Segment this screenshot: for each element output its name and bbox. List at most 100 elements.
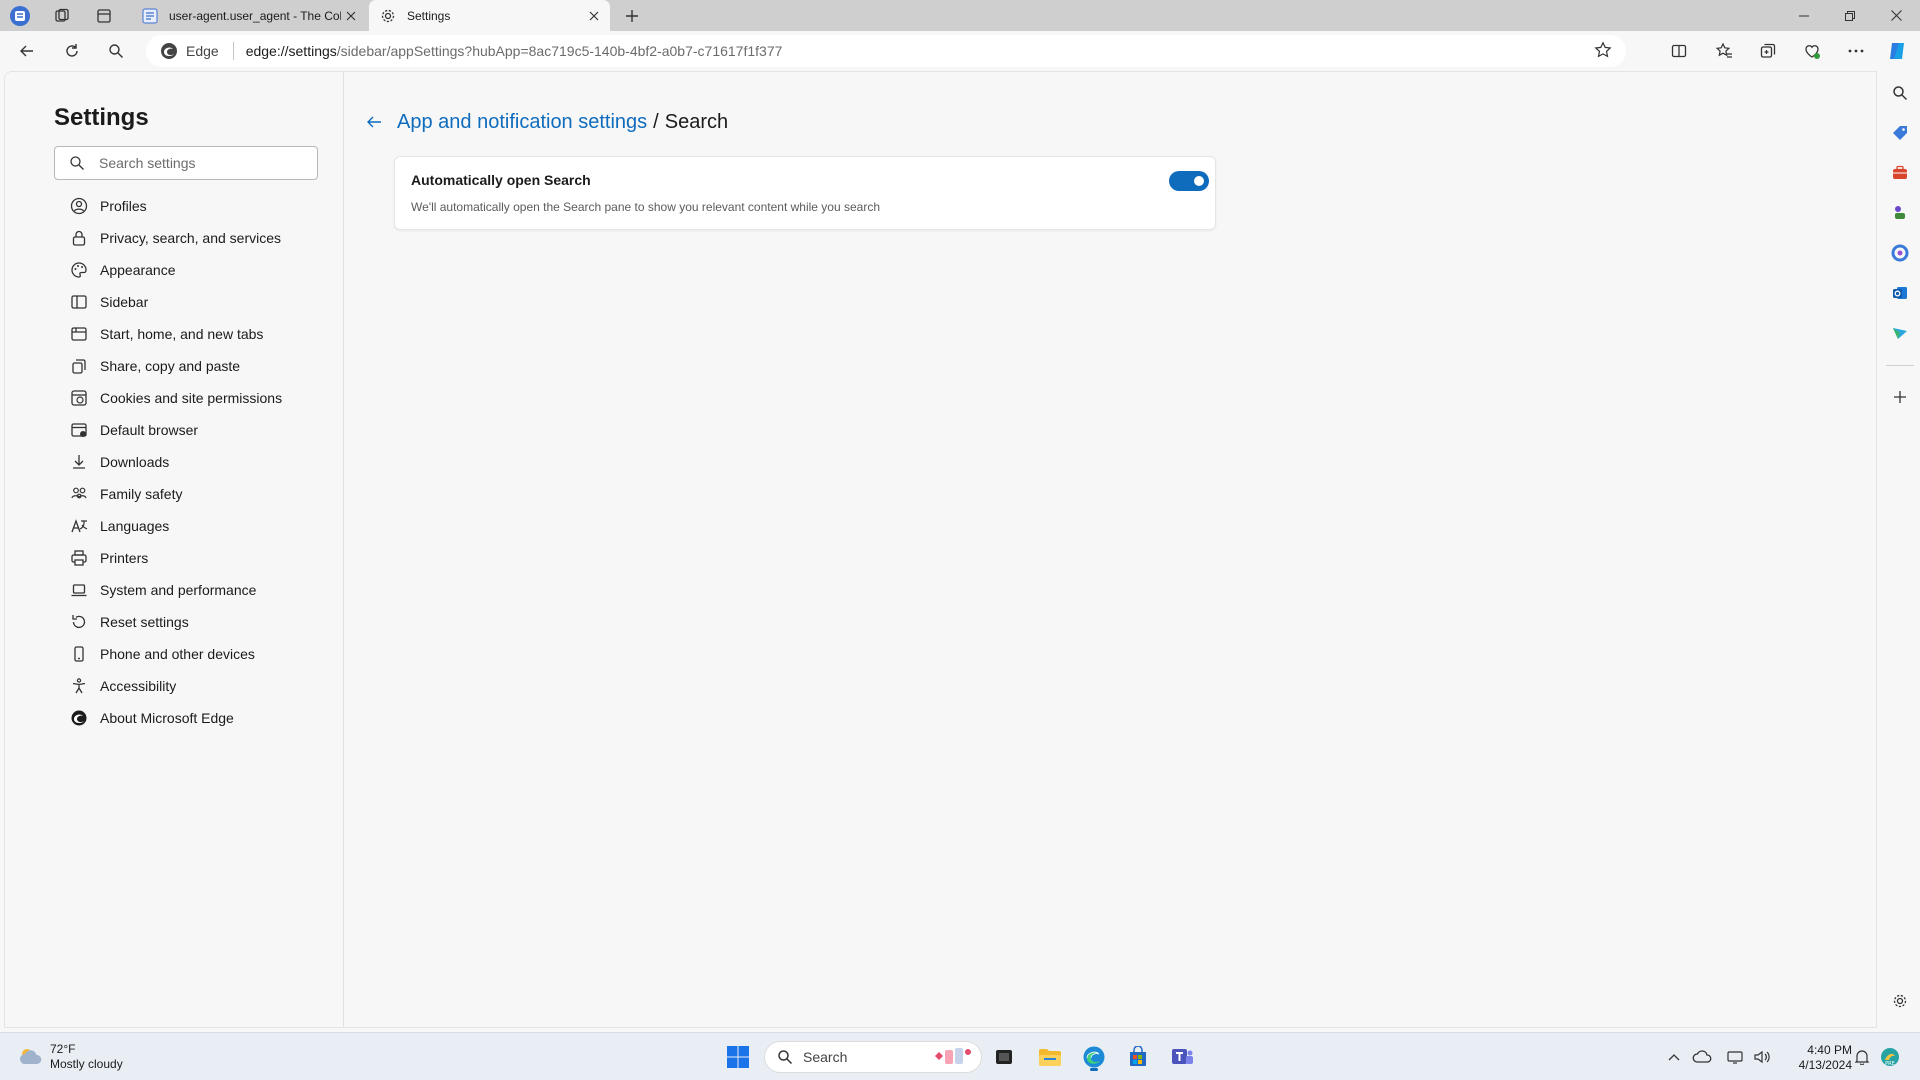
settings-nav-list: Profiles Privacy, search, and services App… bbox=[54, 190, 334, 734]
edge-sidebar bbox=[1880, 71, 1920, 1028]
setting-card: Automatically open Search We'll automati… bbox=[394, 156, 1216, 230]
teams-icon[interactable] bbox=[1166, 1041, 1198, 1073]
volume-icon[interactable] bbox=[1746, 1041, 1778, 1073]
taskbar-search-label: Search bbox=[803, 1049, 848, 1065]
copilot-icon[interactable] bbox=[1882, 36, 1912, 66]
sidebar-item-printers[interactable]: Printers bbox=[54, 542, 334, 574]
close-tab-icon[interactable] bbox=[341, 6, 361, 26]
settings-search-box[interactable] bbox=[54, 146, 318, 180]
breadcrumb-separator: / bbox=[653, 110, 659, 133]
close-window-icon[interactable] bbox=[1873, 0, 1919, 31]
sidebar-item-label: Languages bbox=[100, 518, 170, 534]
windows-start-icon[interactable] bbox=[722, 1041, 754, 1073]
favorite-star-icon[interactable] bbox=[1594, 41, 1614, 61]
onedrive-cloud-icon[interactable] bbox=[1686, 1041, 1718, 1073]
sidebar-item-label: Default browser bbox=[100, 422, 199, 438]
sidebar-item-appearance[interactable]: Appearance bbox=[54, 254, 334, 286]
games-icon[interactable] bbox=[1888, 201, 1912, 225]
add-app-icon[interactable] bbox=[1888, 385, 1912, 409]
weather-widget[interactable]: 72°F Mostly cloudy bbox=[18, 1042, 123, 1072]
shopping-tag-icon[interactable] bbox=[1888, 121, 1912, 145]
search-settings-input[interactable] bbox=[99, 155, 317, 171]
sidebar-item-label: Accessibility bbox=[100, 678, 177, 694]
separator bbox=[232, 42, 234, 60]
breadcrumb-parent-link[interactable]: App and notification settings bbox=[397, 111, 647, 134]
sidebar-item-sidebar[interactable]: Sidebar bbox=[54, 286, 334, 318]
tab-actions-icon[interactable] bbox=[92, 4, 116, 28]
home-tabs-icon bbox=[70, 325, 88, 343]
sidebar-item-phone-and-other-devices[interactable]: Phone and other devices bbox=[54, 638, 334, 670]
tab-user-agent[interactable]: user-agent.user_agent - The Coll bbox=[131, 0, 367, 31]
sidebar-item-about-microsoft-edge[interactable]: About Microsoft Edge bbox=[54, 702, 334, 734]
split-screen-icon[interactable] bbox=[1664, 36, 1694, 66]
tab-title: user-agent.user_agent - The Coll bbox=[169, 8, 341, 23]
profile-avatar-icon[interactable] bbox=[8, 4, 32, 28]
sidebar-item-reset-settings[interactable]: Reset settings bbox=[54, 606, 334, 638]
collections-icon[interactable] bbox=[1753, 36, 1783, 66]
file-explorer-icon[interactable] bbox=[1034, 1041, 1066, 1073]
sidebar-item-label: Cookies and site permissions bbox=[100, 390, 283, 406]
sidebar-item-label: Reset settings bbox=[100, 614, 189, 630]
sidebar-item-profiles[interactable]: Profiles bbox=[54, 190, 334, 222]
restore-icon[interactable] bbox=[1827, 0, 1873, 31]
drop-send-icon[interactable] bbox=[1888, 321, 1912, 345]
sidebar-item-system-and-performance[interactable]: System and performance bbox=[54, 574, 334, 606]
sidebar-item-label: Privacy, search, and services bbox=[100, 230, 282, 246]
accessibility-icon bbox=[70, 677, 88, 695]
edge-logo-icon bbox=[70, 709, 88, 727]
sidebar-settings-gear-icon[interactable] bbox=[1888, 989, 1912, 1013]
sidebar-item-label: Share, copy and paste bbox=[100, 358, 241, 374]
back-arrow-icon[interactable] bbox=[362, 110, 386, 134]
search-icon[interactable] bbox=[101, 36, 131, 66]
clock-time: 4:40 PM bbox=[1807, 1043, 1852, 1057]
tab-settings[interactable]: Settings bbox=[369, 0, 610, 31]
sidebar-divider bbox=[1886, 365, 1914, 366]
cloudy-weather-icon bbox=[18, 1046, 44, 1068]
phone-icon bbox=[70, 645, 88, 663]
edge-logo-icon bbox=[160, 42, 178, 60]
task-view-icon[interactable] bbox=[988, 1041, 1020, 1073]
auto-open-search-toggle[interactable] bbox=[1169, 171, 1209, 191]
download-icon bbox=[70, 453, 88, 471]
windows-taskbar: 72°F Mostly cloudy Search 4:40 PM 4/13/2… bbox=[0, 1032, 1920, 1080]
sidebar-item-label: Profiles bbox=[100, 198, 147, 214]
sidebar-item-start-home-and-new-tabs[interactable]: Start, home, and new tabs bbox=[54, 318, 334, 350]
sidebar-item-default-browser[interactable]: Default browser bbox=[54, 414, 334, 446]
sidebar-item-downloads[interactable]: Downloads bbox=[54, 446, 334, 478]
sidebar-item-share-copy-and-paste[interactable]: Share, copy and paste bbox=[54, 350, 334, 382]
language-icon bbox=[70, 517, 88, 535]
workspaces-icon[interactable] bbox=[50, 4, 74, 28]
search-icon bbox=[777, 1049, 793, 1065]
microsoft-365-icon[interactable] bbox=[1888, 241, 1912, 265]
favorites-icon[interactable] bbox=[1709, 36, 1739, 66]
settings-sidebar: Settings Profiles Privacy, search, and se… bbox=[5, 72, 344, 1027]
sidebar-item-accessibility[interactable]: Accessibility bbox=[54, 670, 334, 702]
sidebar-item-label: Phone and other devices bbox=[100, 646, 255, 662]
microsoft-store-icon[interactable] bbox=[1122, 1041, 1154, 1073]
sidebar-item-privacy-search-and-services[interactable]: Privacy, search, and services bbox=[54, 222, 334, 254]
minimize-icon[interactable] bbox=[1781, 0, 1827, 31]
close-tab-icon[interactable] bbox=[584, 6, 604, 26]
taskbar-clock[interactable]: 4:40 PM 4/13/2024 bbox=[1782, 1043, 1852, 1073]
family-icon bbox=[70, 485, 88, 503]
navigation-toolbar: Edge edge://settings/sidebar/appSettings… bbox=[0, 31, 1920, 71]
copilot-taskbar-icon[interactable]: PRE bbox=[1874, 1041, 1906, 1073]
new-tab-icon[interactable] bbox=[620, 4, 644, 28]
taskbar-search-box[interactable]: Search bbox=[764, 1041, 982, 1073]
outlook-icon[interactable] bbox=[1888, 281, 1912, 305]
sidebar-icon bbox=[70, 293, 88, 311]
edge-taskbar-icon[interactable] bbox=[1078, 1041, 1110, 1073]
sidebar-item-cookies-and-site-permissions[interactable]: Cookies and site permissions bbox=[54, 382, 334, 414]
more-menu-icon[interactable] bbox=[1841, 36, 1871, 66]
address-bar[interactable]: Edge edge://settings/sidebar/appSettings… bbox=[146, 35, 1626, 67]
browser-essentials-icon[interactable] bbox=[1797, 36, 1827, 66]
refresh-icon[interactable] bbox=[57, 36, 87, 66]
sidebar-item-label: Downloads bbox=[100, 454, 170, 470]
tools-briefcase-icon[interactable] bbox=[1888, 161, 1912, 185]
back-arrow-icon[interactable] bbox=[12, 36, 42, 66]
search-icon[interactable] bbox=[1888, 81, 1912, 105]
sidebar-item-label: About Microsoft Edge bbox=[100, 710, 234, 726]
url-text[interactable]: edge://settings/sidebar/appSettings?hubA… bbox=[246, 43, 783, 59]
sidebar-item-languages[interactable]: Languages bbox=[54, 510, 334, 542]
sidebar-item-family-safety[interactable]: Family safety bbox=[54, 478, 334, 510]
